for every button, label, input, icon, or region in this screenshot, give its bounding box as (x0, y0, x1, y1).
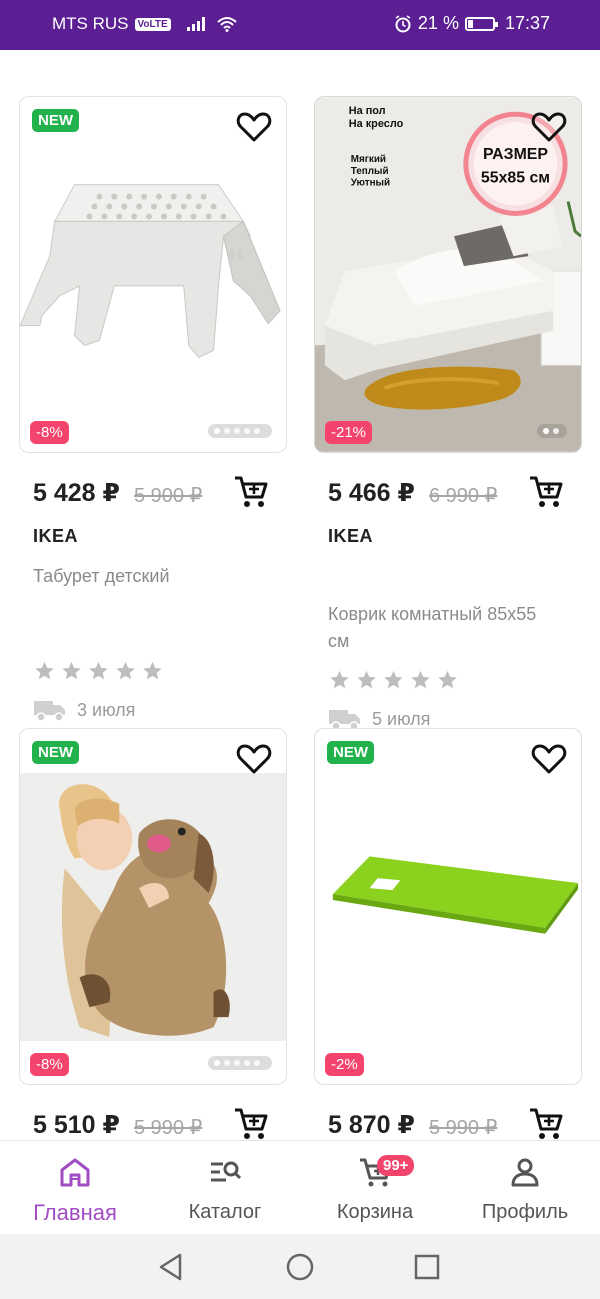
product-card[interactable]: NEW -2% 5 870 ₽ 5 990 ₽ (314, 728, 582, 1140)
image-pager[interactable] (537, 424, 567, 438)
rug-caption-2: На кресло (349, 118, 404, 130)
rating-stars (33, 660, 164, 682)
truck-icon (34, 701, 65, 722)
catalog-search-icon (211, 1161, 242, 1182)
price-row: 5 428 ₽ 5 900 ₽ (33, 474, 283, 514)
rug-caption-3: Мягкий (351, 154, 386, 165)
old-price: 5 990 ₽ (134, 1117, 203, 1139)
rug-size-line2: 55х85 см (481, 170, 550, 187)
home-circle-icon[interactable] (285, 1252, 315, 1282)
status-left: MTS RUS VoLTE (52, 14, 237, 34)
signal-icon (186, 17, 205, 31)
nav-item-home[interactable]: Главная (0, 1155, 150, 1226)
star-icon (143, 661, 162, 680)
product-title[interactable]: Табурет детский (33, 563, 273, 590)
product-grid: NEW -8% 5 428 ₽ 5 900 ₽ IKEA Табурет дет… (0, 50, 600, 1140)
price-row: 5 870 ₽ 5 990 ₽ (328, 1106, 578, 1140)
rug-caption-4: Теплый (351, 166, 389, 177)
alarm-icon (395, 14, 411, 32)
price: 5 510 ₽ (33, 1111, 120, 1139)
delivery-date: 5 июля (372, 708, 431, 729)
rug-size-line1: РАЗМЕР (483, 146, 548, 163)
volte-badge: VoLTE (134, 17, 171, 31)
product-card[interactable]: РАЗМЕР 55х85 см На пол На кресло Мягкий … (314, 96, 582, 746)
battery-percent: 21 % (417, 13, 459, 33)
nav-label: Главная (33, 1200, 117, 1225)
discount-badge: -8% (30, 421, 69, 444)
nav-item-catalog[interactable]: Каталог (150, 1155, 300, 1224)
new-badge: NEW (327, 741, 374, 764)
star-icon (89, 661, 108, 680)
discount-badge: -8% (30, 1053, 69, 1076)
brand-name: IKEA (328, 526, 374, 546)
bedroom-rug-image: РАЗМЕР 55х85 см На пол На кресло Мягкий … (315, 97, 581, 452)
add-to-cart-icon[interactable] (233, 1106, 269, 1140)
discount-badge: -21% (325, 421, 373, 444)
girl-plush-dog-image (20, 773, 286, 1041)
star-icon (35, 661, 54, 680)
discount-badge: -2% (325, 1053, 364, 1076)
clock: 17:37 (504, 13, 550, 33)
cart-count-badge: 99+ (377, 1155, 415, 1176)
home-icon (60, 1158, 90, 1187)
image-pager[interactable] (208, 424, 272, 438)
rug-caption-5: Уютный (351, 178, 390, 189)
star-icon (357, 670, 376, 689)
system-nav-bar (0, 1234, 600, 1299)
status-bar: MTS RUS VoLTE 21 % 17:37 (0, 0, 600, 50)
nav-item-profile[interactable]: Профиль (450, 1155, 600, 1224)
heart-icon[interactable] (531, 111, 567, 143)
product-image[interactable]: NEW -8% (19, 96, 287, 453)
nav-item-cart[interactable]: 99+ Корзина (300, 1155, 450, 1224)
price: 5 870 ₽ (328, 1111, 415, 1139)
bottom-nav: Главная Каталог 99+ Корзина Профиль (0, 1140, 600, 1234)
carrier-label: MTS RUS (52, 14, 129, 33)
star-icon (330, 670, 349, 689)
product-image[interactable]: NEW -2% (314, 728, 582, 1085)
heart-icon[interactable] (236, 111, 272, 143)
status-right: 21 % 17:37 (394, 13, 550, 34)
star-icon (116, 661, 135, 680)
old-price: 5 900 ₽ (134, 485, 203, 507)
price: 5 466 ₽ (328, 479, 415, 507)
new-badge: NEW (32, 109, 79, 132)
nav-label: Профиль (481, 1201, 569, 1223)
delivery-date: 3 июля (77, 699, 136, 720)
star-icon (411, 670, 430, 689)
star-icon (62, 661, 81, 680)
delivery-info: 3 июля (33, 698, 135, 722)
rug-caption-1: На пол (349, 105, 386, 117)
battery-icon (464, 16, 498, 31)
back-icon[interactable] (156, 1252, 186, 1282)
cutting-board-image (332, 856, 579, 934)
wifi-icon (217, 17, 237, 32)
product-card[interactable]: NEW -8% 5 428 ₽ 5 900 ₽ IKEA Табурет дет… (19, 96, 287, 736)
price-row: 5 466 ₽ 6 990 ₽ (328, 474, 578, 514)
add-to-cart-icon[interactable] (233, 474, 269, 510)
nav-label: Каталог (188, 1201, 262, 1223)
brand-name: IKEA (33, 526, 79, 546)
add-to-cart-icon[interactable] (528, 1106, 564, 1140)
star-icon (438, 670, 457, 689)
new-badge: NEW (32, 741, 79, 764)
star-icon (384, 670, 403, 689)
old-price: 5 990 ₽ (429, 1117, 498, 1139)
product-image[interactable]: NEW -8% (19, 728, 287, 1085)
price-row: 5 510 ₽ 5 990 ₽ (33, 1106, 283, 1140)
add-to-cart-icon[interactable] (528, 474, 564, 510)
price: 5 428 ₽ (33, 479, 120, 507)
recents-icon[interactable] (412, 1252, 442, 1282)
product-title[interactable]: Коврик комнатный 85x55 см (328, 601, 538, 655)
heart-icon[interactable] (236, 743, 272, 775)
profile-icon (511, 1158, 539, 1187)
old-price: 6 990 ₽ (429, 485, 498, 507)
nav-label: Корзина (336, 1201, 414, 1223)
rating-stars (328, 669, 459, 691)
product-image[interactable]: РАЗМЕР 55х85 см На пол На кресло Мягкий … (314, 96, 582, 453)
stool-image (20, 184, 281, 358)
image-pager[interactable] (208, 1056, 272, 1070)
heart-icon[interactable] (531, 743, 567, 775)
product-card[interactable]: NEW -8% 5 510 ₽ 5 990 ₽ (19, 728, 287, 1140)
app-screen: MTS RUS VoLTE 21 % 17:37 NEW -8% 5 428 ₽… (0, 0, 600, 1299)
